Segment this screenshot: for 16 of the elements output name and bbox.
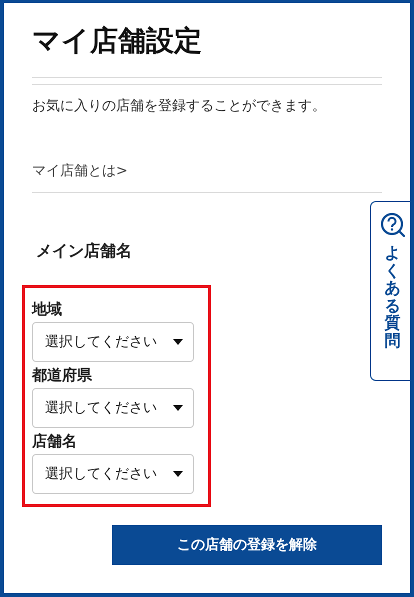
about-link[interactable]: マイ店舗とは>	[32, 160, 128, 182]
caret-icon	[173, 339, 183, 345]
caret-icon	[173, 405, 183, 411]
dropdown[interactable]: 選択してください	[32, 454, 194, 494]
unregister-button[interactable]: この店舗の登録を解除	[112, 525, 382, 565]
dropdown[interactable]: 選択してください	[32, 322, 194, 362]
dropdown[interactable]: 選択してください	[32, 388, 194, 428]
field-label: 地域	[32, 299, 63, 320]
field-label: 店舗名	[32, 431, 78, 452]
description: お気に入りの店舗を登録することができます。	[32, 97, 327, 116]
page-title: マイ店舗設定	[32, 23, 203, 59]
question-icon	[380, 212, 406, 238]
caret-icon	[173, 471, 183, 477]
faq-tab[interactable]: よくある質問	[370, 201, 410, 381]
section-title: メイン店舗名	[36, 240, 133, 262]
field-label: 都道府県	[32, 365, 93, 386]
